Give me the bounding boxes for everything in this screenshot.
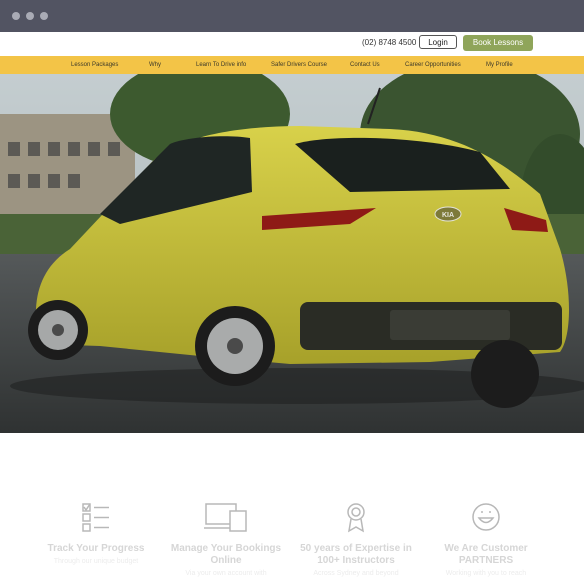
phone-number[interactable]: (02) 8748 4500 (362, 38, 416, 48)
window-minimize-dot[interactable] (26, 12, 34, 20)
smiley-icon (472, 503, 500, 531)
nav-item-why[interactable]: Why (149, 61, 161, 69)
nav-item-contact-us[interactable]: Contact Us (350, 61, 380, 69)
feature-customer-partners: We Are Customer PARTNERS Working with yo… (424, 501, 548, 578)
feature-title: Manage Your Bookings Online (170, 543, 282, 566)
browser-window-bar (0, 0, 584, 32)
award-ribbon-icon (347, 503, 365, 533)
nav-item-career[interactable]: Career Opportunities (405, 61, 461, 69)
window-maximize-dot[interactable] (40, 12, 48, 20)
login-button[interactable]: Login (419, 35, 457, 49)
main-navigation: Lesson Packages Why Learn To Drive info … (0, 56, 584, 74)
window-close-dot[interactable] (12, 12, 20, 20)
nav-item-learn-to-drive[interactable]: Learn To Drive info (196, 61, 246, 69)
nav-item-lesson-packages[interactable]: Lesson Packages (71, 61, 118, 69)
feature-subtitle: Across Sydney and beyond (313, 570, 399, 577)
feature-track-progress: Track Your Progress Through our unique b… (34, 501, 158, 566)
devices-icon (204, 503, 247, 532)
feature-subtitle: Through our unique budget (53, 558, 139, 565)
feature-subtitle: Via your own account with (185, 570, 267, 577)
kia-badge: KIA (442, 212, 454, 219)
feature-expertise: 50 years of Expertise in 100+ Instructor… (294, 501, 418, 578)
nav-item-my-profile[interactable]: My Profile (486, 61, 513, 69)
feature-manage-bookings: Manage Your Bookings Online Via your own… (164, 501, 288, 578)
features-section: Track Your Progress Through our unique b… (0, 433, 584, 584)
checklist-icon (82, 503, 109, 532)
site-header: (02) 8748 4500 Login Book Lessons (0, 32, 584, 56)
hero-car-image: KIA (0, 74, 584, 433)
book-lessons-button[interactable]: Book Lessons (463, 35, 533, 51)
feature-title: We Are Customer PARTNERS (444, 543, 528, 566)
feature-subtitle: Working with you to reach (445, 570, 527, 577)
feature-title: 50 years of Expertise in 100+ Instructor… (300, 543, 412, 566)
nav-item-safer-drivers[interactable]: Safer Drivers Course (271, 61, 327, 69)
feature-title: Track Your Progress (47, 543, 145, 554)
